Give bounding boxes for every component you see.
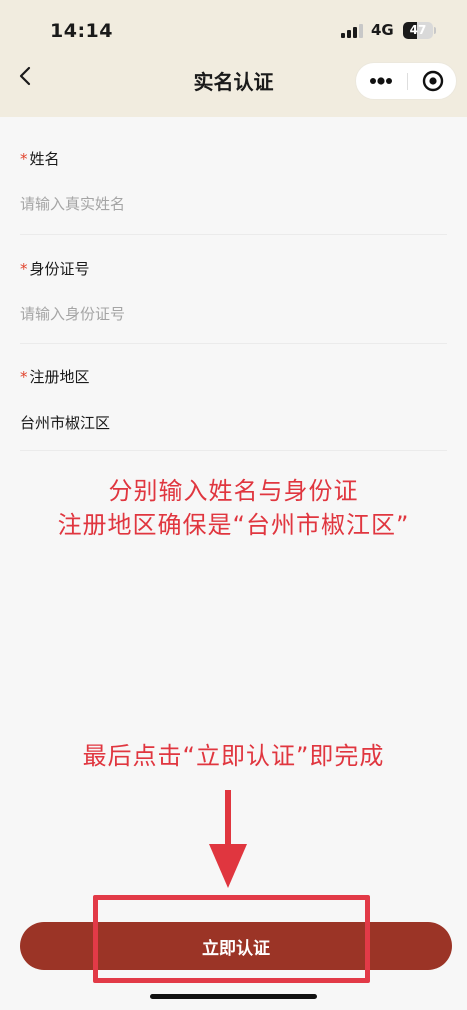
arrow-down-icon: [209, 790, 247, 888]
network-label: 4G: [371, 21, 394, 39]
battery-cap: [434, 27, 436, 34]
header: 14:14 4G 47 实名认证: [0, 0, 467, 117]
battery-icon: 47: [403, 22, 433, 39]
id-label: * 身份证号: [20, 258, 447, 279]
battery-level: 47: [409, 23, 427, 37]
name-input[interactable]: [20, 191, 320, 217]
home-indicator: [150, 994, 317, 999]
required-mark: *: [20, 260, 28, 278]
form-row-region: * 注册地区 台州市椒江区: [20, 366, 447, 446]
verify-now-button[interactable]: 立即认证: [20, 922, 452, 970]
divider: [20, 450, 447, 451]
id-label-text: 身份证号: [29, 260, 90, 278]
region-label: * 注册地区: [20, 366, 447, 387]
divider: [20, 234, 447, 235]
name-label-text: 姓名: [29, 150, 60, 168]
id-number-input[interactable]: [20, 301, 320, 327]
annotation-line-2: 注册地区确保是“台州市椒江区”: [57, 511, 410, 539]
region-selector[interactable]: 台州市椒江区: [20, 412, 110, 433]
divider: [20, 343, 447, 344]
target-circle-icon: [422, 70, 443, 92]
signal-icon: [341, 24, 363, 38]
more-dots-icon: [370, 77, 392, 85]
capsule-menu: [355, 62, 457, 100]
form-row-name: * 姓名: [20, 148, 447, 228]
status-time: 14:14: [50, 20, 113, 42]
required-mark: *: [20, 150, 28, 168]
region-label-text: 注册地区: [29, 368, 90, 386]
more-button[interactable]: [356, 63, 406, 99]
annotation-line-3: 最后点击“立即认证”即完成: [82, 742, 385, 770]
required-mark: *: [20, 368, 28, 386]
close-miniprogram-button[interactable]: [408, 63, 457, 99]
name-label: * 姓名: [20, 148, 447, 169]
form-row-id: * 身份证号: [20, 258, 447, 338]
annotation-line-1: 分别输入姓名与身份证: [108, 477, 359, 505]
